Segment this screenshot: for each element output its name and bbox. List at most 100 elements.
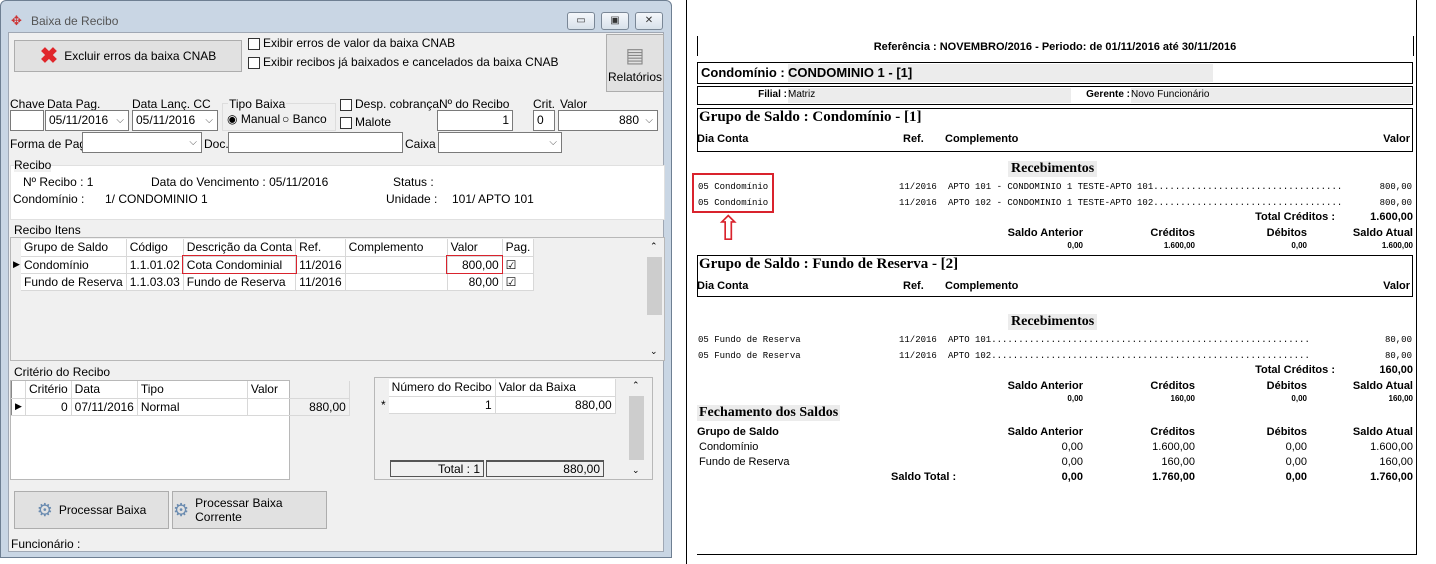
processar-baixa-corrente-button[interactable]: ⚙ Processar Baixa Corrente xyxy=(172,491,327,529)
col-data[interactable]: Data xyxy=(71,381,138,399)
radio-checked-icon: ◉ xyxy=(227,112,238,126)
saldo-total-value: 0,00 xyxy=(1061,471,1083,483)
saldo-value: 0,00 xyxy=(1291,241,1307,250)
malote-checkbox[interactable]: Malote xyxy=(340,115,391,129)
relatorios-button[interactable]: ▤ Relatórios xyxy=(606,34,664,92)
total-label: Total : 1 xyxy=(390,460,484,477)
close-button[interactable]: ✕ xyxy=(635,12,663,30)
baixa-table: Número do Recibo Valor da Baixa * 1 880,00 xyxy=(378,379,616,414)
radio-banco[interactable]: ○ Banco xyxy=(282,112,327,126)
lancamento-valor: 800,00 xyxy=(1379,198,1412,208)
fechamento-header: Saldo Anterior xyxy=(1007,426,1083,438)
fechamento-value: 0,00 xyxy=(1061,456,1083,468)
cell: 07/11/2016 xyxy=(71,398,138,416)
cell xyxy=(345,273,448,291)
saldo-header: Créditos xyxy=(1150,227,1195,239)
lancamento-complemento: APTO 101................................… xyxy=(948,335,1310,345)
label: Desp. cobrança xyxy=(355,97,440,111)
fechamento-header: Saldo Atual xyxy=(1352,426,1413,438)
window-title: Baixa de Recibo xyxy=(31,14,119,28)
col-pag[interactable]: Pag. xyxy=(502,239,535,257)
saldo-total-value: 1.760,00 xyxy=(1152,471,1195,483)
table-row[interactable]: Fundo de Reserva 1.1.03.03 Fundo de Reser… xyxy=(21,273,535,291)
col-complemento[interactable]: Complemento xyxy=(345,239,448,257)
chevron-up-icon[interactable]: ⌃ xyxy=(632,380,640,391)
chevron-down-icon: ⌵ xyxy=(116,115,124,126)
pag-checkbox[interactable]: ☑ xyxy=(502,256,535,274)
lancamento-ref: 11/2016 xyxy=(899,182,937,192)
col-complemento: Complemento xyxy=(945,133,1019,145)
saldo-header: Saldo Anterior xyxy=(1007,380,1083,392)
col-dia-conta: Dia Conta xyxy=(697,133,749,145)
col-valor[interactable]: Valor xyxy=(447,239,503,257)
total-creditos-value: 160,00 xyxy=(1379,364,1413,376)
lancamento-valor: 800,00 xyxy=(1379,182,1412,192)
desp-cobranca-checkbox[interactable]: Desp. cobrança xyxy=(340,97,439,111)
data-pag-picker[interactable]: 05/11/2016 ⌵ xyxy=(45,110,129,131)
arrow-up-icon: ⇧ xyxy=(714,210,743,248)
header-row: Critério Data Tipo Valor xyxy=(11,381,350,399)
col-tipo[interactable]: Tipo xyxy=(137,381,248,399)
minimize-button[interactable]: ▭ xyxy=(567,12,595,30)
cell: 1.1.01.02 xyxy=(126,256,184,274)
col-grupo[interactable]: Grupo de Saldo xyxy=(21,239,127,257)
forma-pag-select[interactable]: ⌵ xyxy=(82,132,202,153)
chevron-down-icon[interactable]: ⌄ xyxy=(632,465,640,476)
table-row[interactable]: Condomínio 1.1.01.02 Cota Condominial 11/2… xyxy=(21,255,535,274)
new-row-marker: * xyxy=(381,397,386,412)
pag-checkbox[interactable]: ☑ xyxy=(502,273,535,291)
table-row[interactable]: * 1 880,00 xyxy=(378,396,616,414)
maximize-button[interactable]: ▣ xyxy=(601,12,629,30)
gerente-label: Gerente : xyxy=(1086,89,1130,100)
chave-input[interactable] xyxy=(10,110,44,131)
col-codigo[interactable]: Código xyxy=(126,239,184,257)
label: Malote xyxy=(355,115,392,129)
funcionario-label: Funcionário : xyxy=(11,537,81,551)
radio-unchecked-icon: ○ xyxy=(282,112,290,126)
recebimentos-title: Recebimentos xyxy=(1008,161,1098,177)
itens-scrollbar[interactable]: ⌃ ⌄ xyxy=(646,239,663,359)
num-recibo-input[interactable]: 1 xyxy=(437,110,513,131)
col-ref[interactable]: Ref. xyxy=(295,239,346,257)
baixa-scrollbar[interactable]: ⌃ ⌄ xyxy=(628,378,645,478)
cell: 80,00 xyxy=(447,273,503,291)
excluir-erros-cnab-button[interactable]: ✖ Excluir erros da baixa CNAB xyxy=(14,40,242,72)
chevron-down-icon[interactable]: ⌄ xyxy=(650,346,658,357)
processar-baixa-button[interactable]: ⚙ Processar Baixa xyxy=(14,491,169,529)
label: Processar Baixa Corrente xyxy=(195,496,283,524)
col-criterio[interactable]: Critério xyxy=(25,381,72,399)
valor-select[interactable]: 880 ⌵ xyxy=(558,110,658,131)
doc-input[interactable] xyxy=(228,132,403,153)
exibir-erros-checkbox[interactable]: Exibir erros de valor da baixa CNAB xyxy=(248,36,455,50)
condominio-label: Condomínio : xyxy=(13,192,85,206)
fechamento-header: Créditos xyxy=(1150,426,1195,438)
caixa-label: Caixa xyxy=(405,137,436,151)
value: 05/11/2016 xyxy=(136,113,196,127)
crit-input[interactable]: 0 xyxy=(533,110,555,131)
forma-pag-label: Forma de Pag. xyxy=(10,137,90,151)
saldo-header: Débitos xyxy=(1266,227,1307,239)
cell: 11/2016 xyxy=(295,273,346,291)
col-valor: Valor xyxy=(1383,133,1410,145)
grupo-title: Grupo de Saldo : Condomínio - [1] xyxy=(699,109,922,125)
exibir-recibos-checkbox[interactable]: Exibir recibos já baixados e cancelados … xyxy=(248,55,559,69)
col-valor-baixa[interactable]: Valor da Baixa xyxy=(495,379,616,397)
chevron-up-icon[interactable]: ⌃ xyxy=(650,241,658,252)
recebimentos-title: Recebimentos xyxy=(1008,314,1098,330)
data-lanc-picker[interactable]: 05/11/2016 ⌵ xyxy=(132,110,218,131)
fechamento-title: Fechamento dos Saldos xyxy=(697,405,841,421)
caixa-select[interactable]: ⌵ xyxy=(438,132,562,153)
col-numero-recibo[interactable]: Número do Recibo xyxy=(388,379,496,397)
lancamento-ref: 11/2016 xyxy=(899,198,937,208)
fechamento-value: 0,00 xyxy=(1285,456,1307,468)
fechamento-grupo: Condomínio xyxy=(699,441,759,453)
radio-manual[interactable]: ◉ Manual xyxy=(227,112,280,126)
chevron-down-icon: ⌵ xyxy=(645,115,653,126)
table-row[interactable]: ▶ 0 07/11/2016 Normal 880,00 xyxy=(11,398,350,416)
col-descricao[interactable]: Descrição da Conta xyxy=(183,239,297,257)
header-row: Grupo de Saldo Código Descrição da Conta… xyxy=(21,239,535,257)
col-valor[interactable]: Valor xyxy=(247,381,350,399)
cell: Fundo de Reserva xyxy=(21,273,127,291)
recibo-legend: Recibo xyxy=(14,158,52,172)
value: 880 xyxy=(618,113,639,127)
